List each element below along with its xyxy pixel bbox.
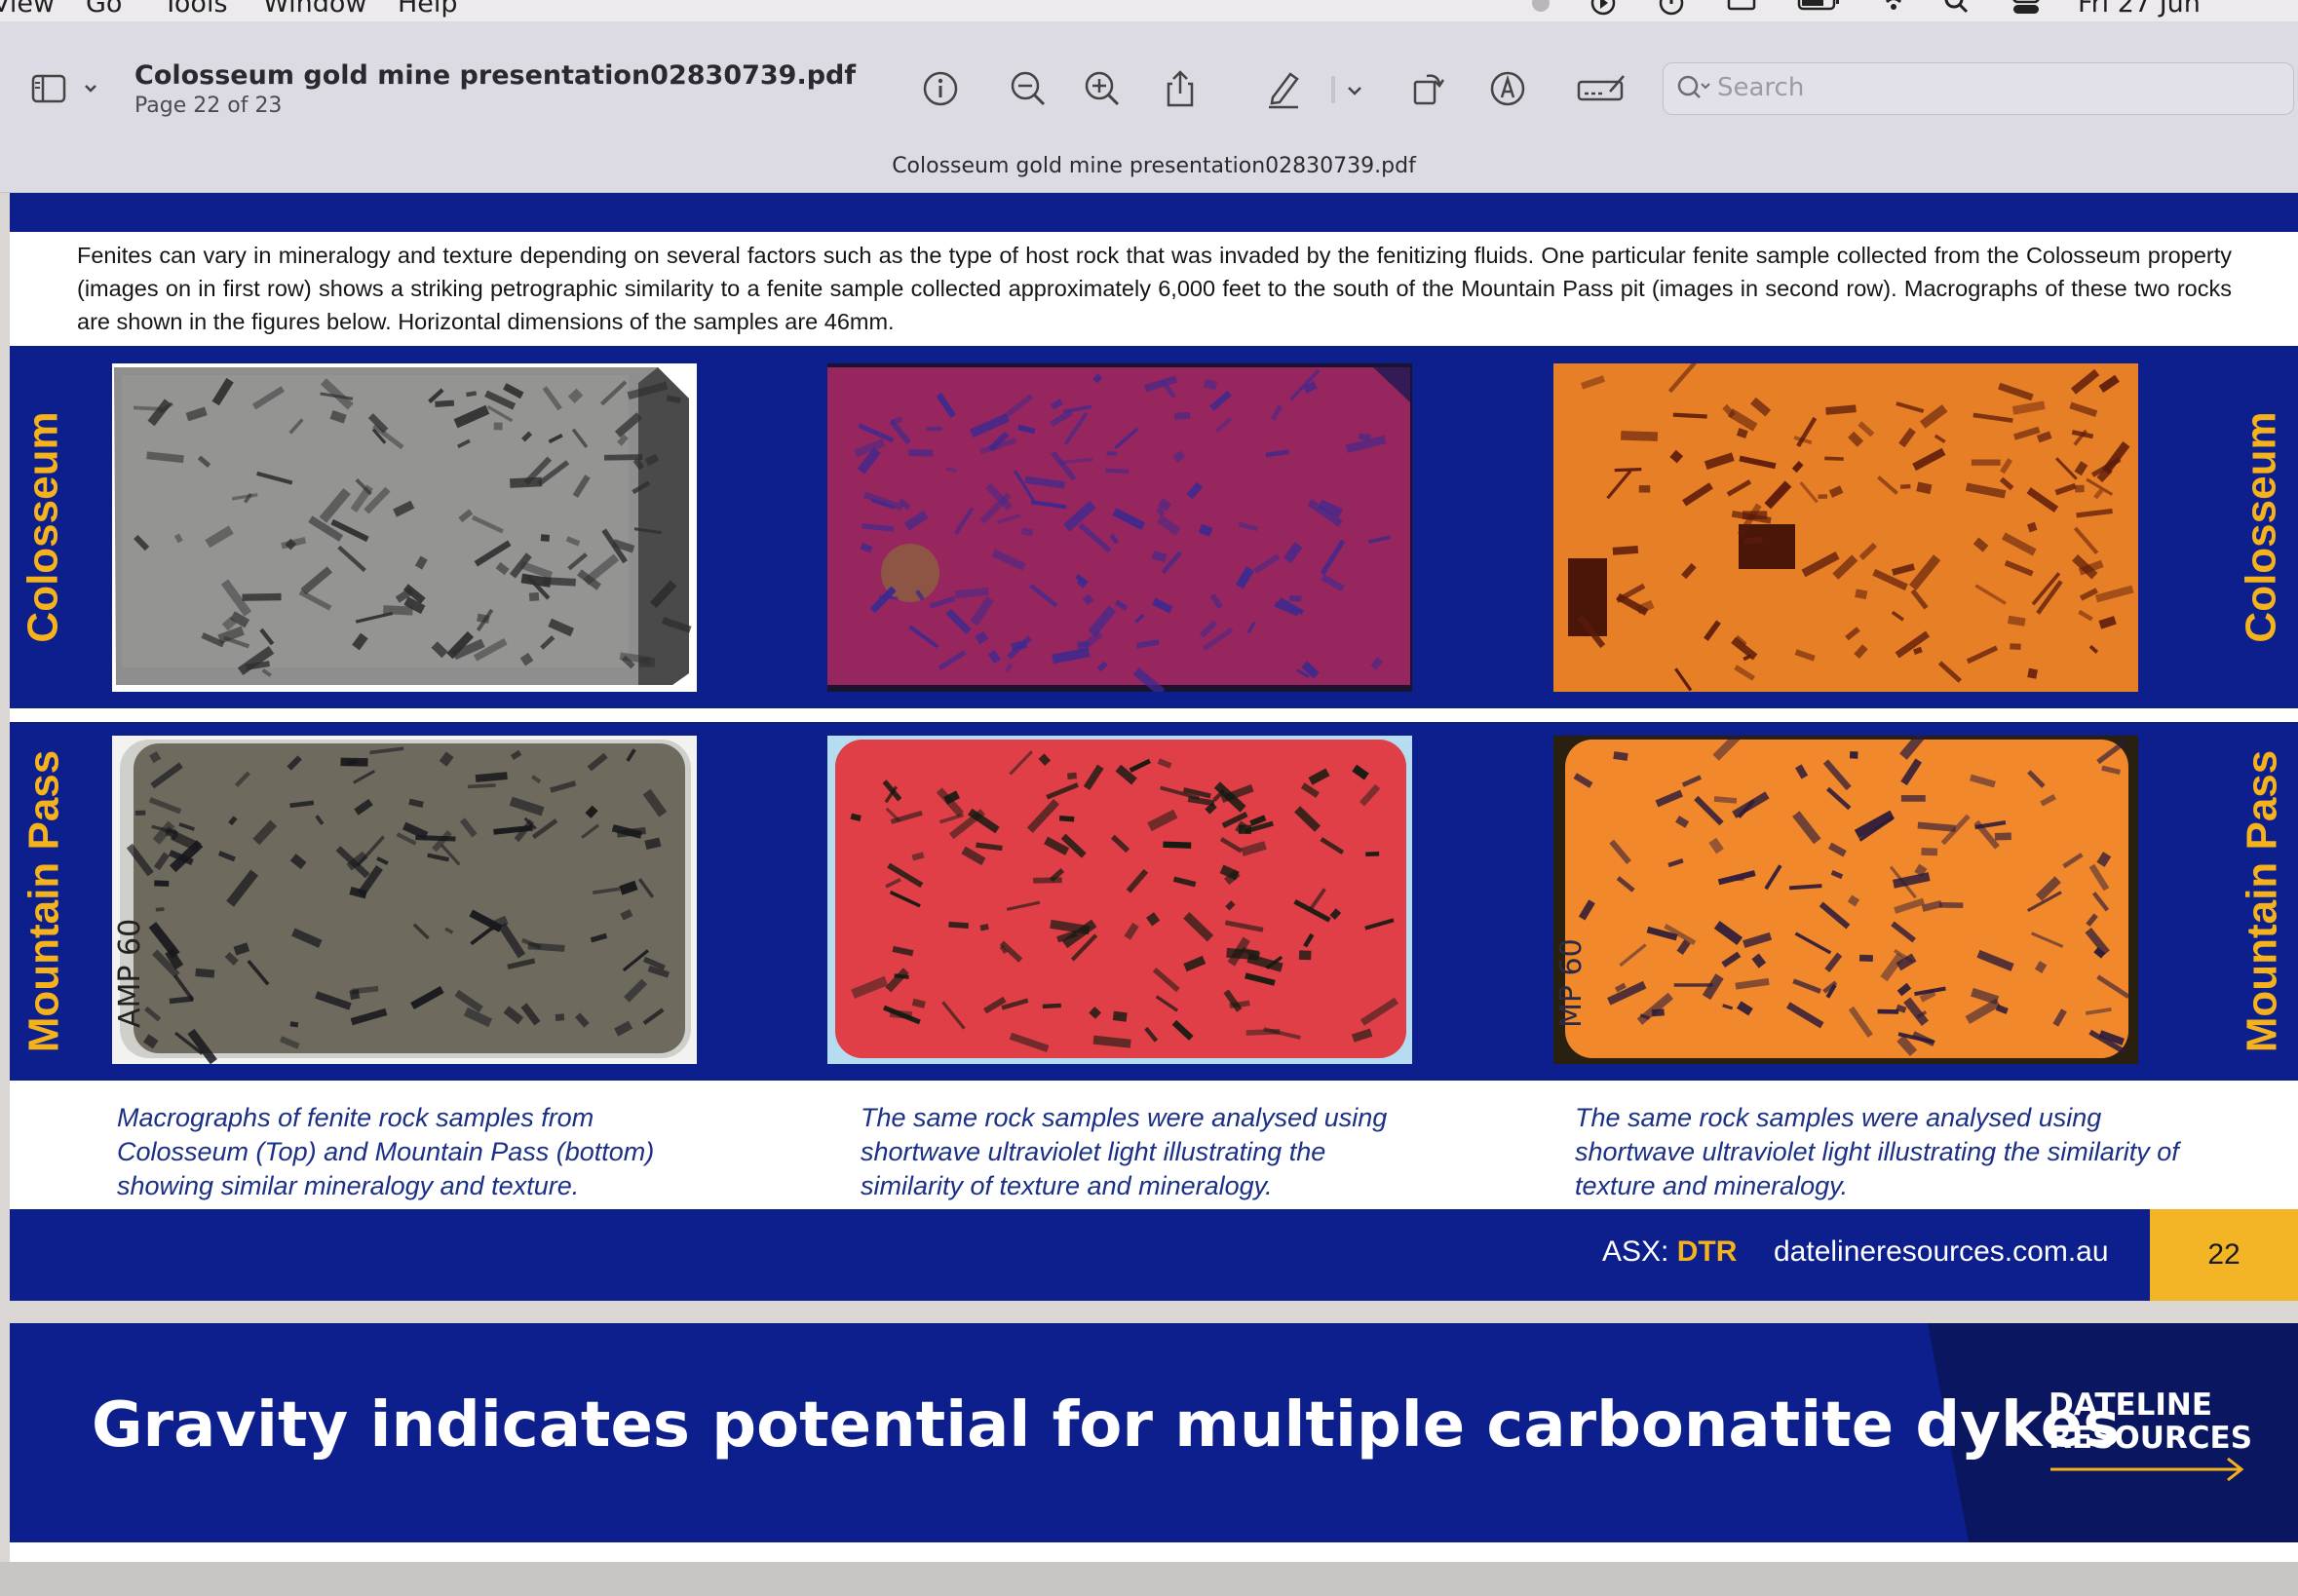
asx-label: ASX: DTR [1602,1235,1738,1268]
zoom-out-button[interactable] [1006,66,1051,111]
battery-icon[interactable] [1797,0,1842,18]
colosseum-uv-photo-2 [1553,363,2138,692]
mountain-pass-uv-photo-1 [827,736,1412,1064]
toolbar-divider [1331,76,1335,103]
search-placeholder: Search [1717,73,1805,102]
play-icon[interactable] [1589,0,1618,18]
pen-icon [1269,72,1299,109]
next-page-preview-strip [0,1562,2298,1596]
form-icon [1577,75,1625,101]
logo-arrow-icon [2050,1457,2244,1482]
slide-page-number: 22 [2150,1209,2298,1301]
row-divider [10,708,2298,722]
caption-uv-right: The same rock samples were analysed usin… [1575,1103,2179,1200]
colosseum-uv-photo-1 [827,363,1412,692]
page-bottom-margin [10,1542,2298,1562]
mountain-pass-uv-photo-2: MP 60 [1553,736,2138,1064]
sidebar-icon [31,74,96,103]
form-fill-button[interactable] [1573,66,1629,111]
caption-uv-middle: The same rock samples were analysed usin… [861,1103,1388,1200]
rotate-button[interactable] [1405,66,1450,111]
search-icon [1677,75,1710,98]
search-icon[interactable] [1941,0,1971,18]
menu-clock[interactable]: Fri 27 Jun 2:38:37 [2078,0,2298,21]
next-slide-title: Gravity indicates potential for multiple… [92,1389,2121,1462]
menu-window[interactable]: Window [263,0,366,19]
annotate-button[interactable] [1485,66,1530,111]
keyboard-icon[interactable] [1727,0,1756,18]
zoom-in-icon [1085,71,1120,106]
control-center-icon[interactable] [2011,0,2041,18]
caption-band: Macrographs of fenite rock samples from … [10,1081,2298,1209]
row-label-right-colosseum: Colosseum [2238,411,2286,643]
chevron-down-icon [1348,87,1361,95]
slide-footer: ASX: DTR datelineresources.com.au 22 [10,1209,2298,1301]
status-app-icon[interactable] [1526,0,1555,18]
menu-tools[interactable]: Tools [163,0,228,19]
rotate-icon [1413,74,1445,105]
colosseum-macrograph-photo [112,363,697,692]
preview-toolbar: Colosseum gold mine presentation02830739… [0,21,2298,193]
share-icon [1167,70,1194,107]
mountain-pass-macrograph-photo: AMP 60 [112,736,697,1064]
menu-help[interactable]: Help [398,0,458,19]
menu-view[interactable]: View [0,0,55,19]
row-label-left-colosseum: Colosseum [19,411,68,643]
info-button[interactable] [918,66,963,111]
menu-bar: View Go Tools Window Help Fri 27 Jun 2:3… [0,0,2298,21]
pdf-page[interactable]: Fenites can vary in mineralogy and textu… [10,193,2298,1301]
intro-paragraph: Fenites can vary in mineralogy and textu… [77,243,2232,334]
search-field[interactable]: Search [1663,62,2294,115]
wifi-icon[interactable] [1879,0,1908,18]
annotate-icon [1490,71,1525,106]
markup-pen-button[interactable] [1261,66,1306,111]
row-label-left-mountain-pass: Mountain Pass [19,749,67,1053]
markup-options-button[interactable] [1339,66,1370,111]
caption-macrographs: Macrographs of fenite rock samples from … [117,1103,655,1200]
page-indicator: Page 22 of 23 [134,94,283,118]
share-button[interactable] [1158,66,1203,111]
sample-tag-mp60: MP 60 [1554,938,1589,1028]
zoom-in-button[interactable] [1080,66,1125,111]
sample-tag-amp60: AMP 60 [113,919,147,1028]
sidebar-toggle-button[interactable] [25,64,109,113]
dateline-resources-logo: DATELINE RESOURCES [2049,1388,2253,1491]
document-title: Colosseum gold mine presentation02830739… [134,60,857,91]
window-tab-title: Colosseum gold mine presentation02830739… [892,154,1416,178]
next-pdf-page[interactable]: Gravity indicates potential for multiple… [10,1323,2298,1542]
intro-text-band: Fenites can vary in mineralogy and textu… [10,232,2298,346]
menu-go[interactable]: Go [86,0,122,19]
row-label-right-mountain-pass: Mountain Pass [2238,749,2285,1053]
alert-icon[interactable] [1657,0,1686,18]
info-icon [923,71,958,106]
zoom-out-icon [1011,71,1046,106]
website-url[interactable]: datelineresources.com.au [1774,1235,2109,1269]
asx-ticker: DTR [1676,1235,1738,1268]
